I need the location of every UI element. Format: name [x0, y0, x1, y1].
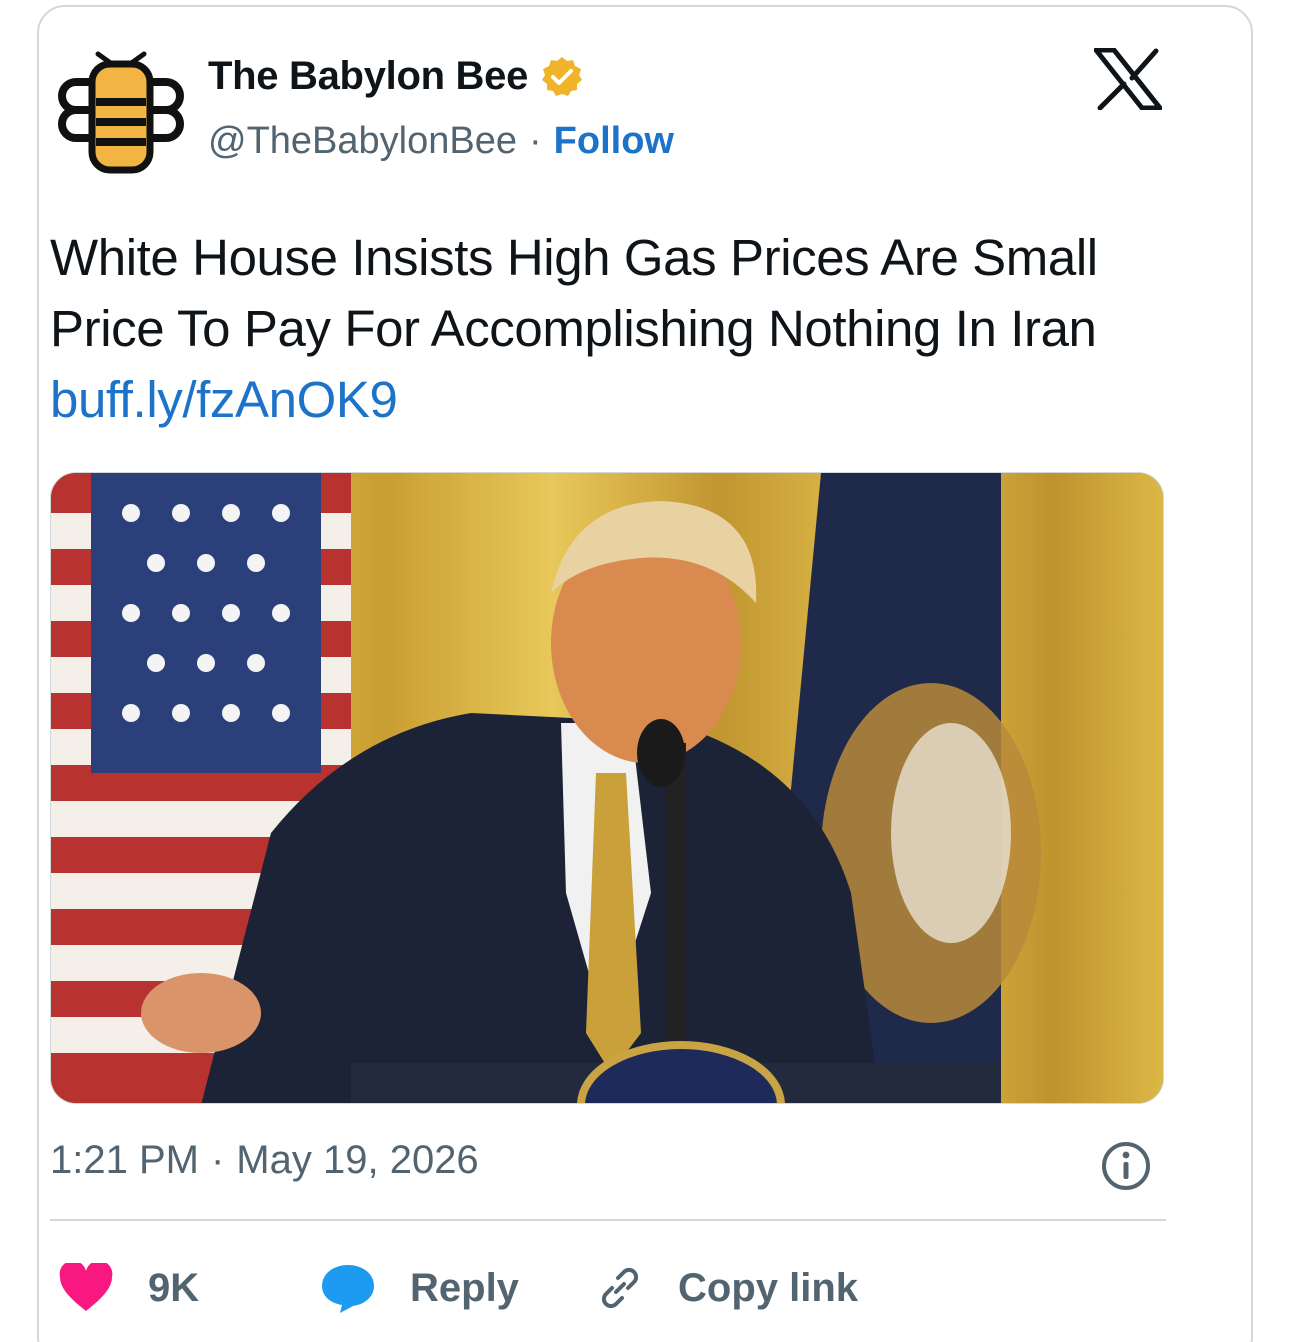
photo-of-speaker-at-podium-icon [51, 473, 1163, 1103]
tweet-timestamp[interactable]: 1:21 PM · May 19, 2026 [50, 1138, 479, 1183]
like-count: 9K [148, 1265, 200, 1310]
author-display-name[interactable]: The Babylon Bee [208, 54, 528, 99]
copy-link-label: Copy link [678, 1265, 859, 1310]
babylon-bee-logo-icon [58, 51, 184, 174]
info-icon[interactable] [1100, 1140, 1152, 1192]
verified-badge-icon [540, 55, 584, 99]
author-handle-row: @TheBabylonBee · Follow [208, 120, 674, 163]
heart-icon [59, 1263, 113, 1311]
tweet-time: 1:21 PM [50, 1138, 199, 1182]
tweet-text: White House Insists High Gas Prices Are … [50, 222, 1160, 435]
author-name-row: The Babylon Bee [208, 54, 584, 99]
handle-separator: · [529, 120, 542, 162]
reply-button[interactable]: Reply [320, 1258, 519, 1318]
reply-label: Reply [410, 1265, 519, 1310]
divider [50, 1219, 1166, 1221]
follow-button[interactable]: Follow [554, 120, 674, 163]
like-button[interactable]: 9K [58, 1258, 199, 1318]
tweet-actions: 9K Reply Copy link [58, 1258, 1158, 1318]
tweet-media-image[interactable] [50, 472, 1164, 1104]
tweet-body-text: White House Insists High Gas Prices Are … [50, 229, 1098, 357]
x-logo-icon[interactable] [1093, 47, 1163, 111]
tweet-date: May 19, 2026 [236, 1138, 479, 1182]
link-icon [601, 1267, 639, 1309]
timestamp-separator: · [210, 1138, 225, 1182]
reply-bubble-icon [322, 1265, 374, 1313]
author-avatar[interactable] [50, 40, 192, 182]
copy-link-button[interactable]: Copy link [594, 1258, 858, 1318]
author-handle[interactable]: @TheBabylonBee [208, 120, 517, 163]
tweet-link[interactable]: buff.ly/fzAnOK9 [50, 371, 398, 428]
